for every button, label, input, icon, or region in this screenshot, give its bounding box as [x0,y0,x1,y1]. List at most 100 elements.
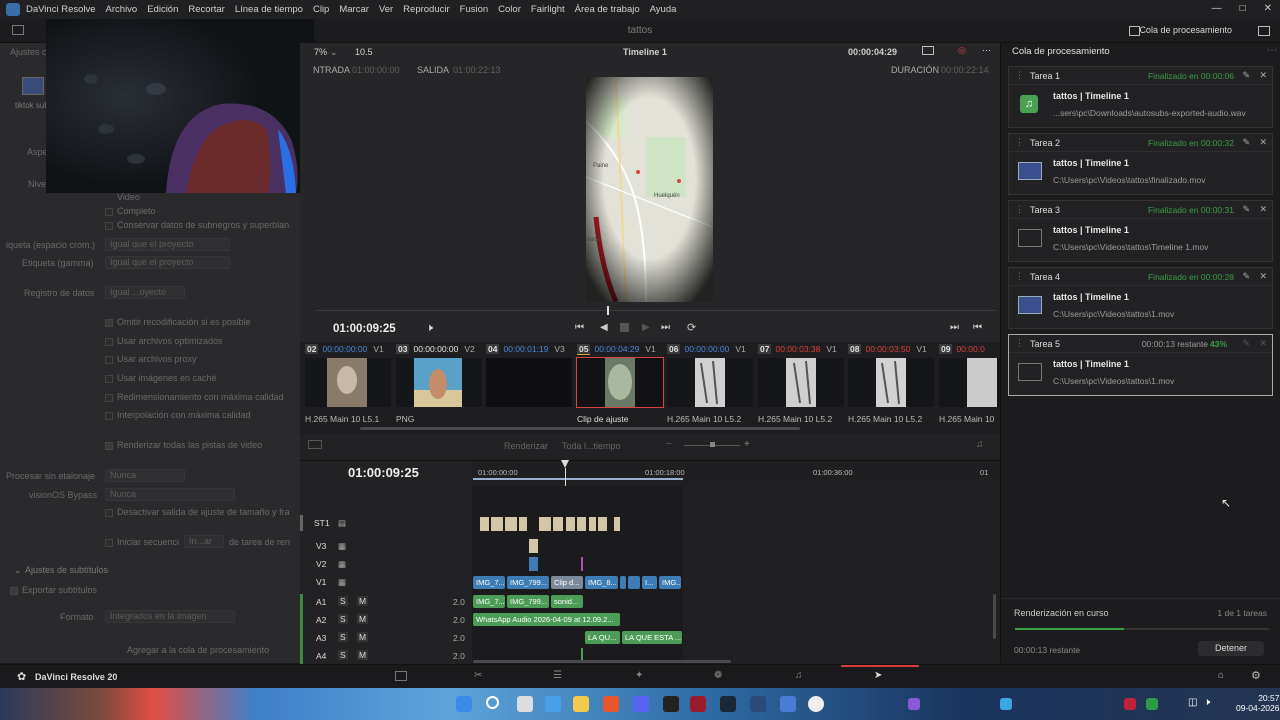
adjustment-clip[interactable]: Clip d... [551,576,583,589]
menu-linea-tiempo[interactable]: Línea de tiempo [235,4,303,15]
timeline-vscrollbar[interactable] [993,594,996,639]
subtitle-clip[interactable] [577,517,586,531]
clip-04[interactable]: 04 00:00:01:19 V3 [486,342,572,422]
track-header-a2[interactable]: A2 S M 2.0 [300,612,472,628]
menu-ver[interactable]: Ver [379,4,393,15]
a4-clip[interactable] [581,648,583,660]
reverse-play-icon[interactable]: ◀ [600,322,608,333]
clip-02[interactable]: 02 00:00:00:00 V1 H.265 Main 10 L5.1 [305,342,391,424]
zoom-value[interactable]: 7% [314,47,327,57]
network-icon[interactable]: ◫ [1188,697,1197,708]
next-clip-icon[interactable]: ⏭ [950,322,959,333]
remove-job-icon[interactable]: ✕ [1259,271,1267,282]
prev-clip-icon[interactable]: ⏮ [973,322,982,333]
a3-clip[interactable]: LA QU... [585,631,620,644]
viewer-scrubber[interactable] [316,310,996,311]
render-job-1[interactable]: ⋮ Tarea 1 Finalizado en 00:00:06 ✎ ✕ ♫ ta… [1008,66,1273,128]
color-space-dropdown[interactable]: Igual que el proyecto [105,238,230,251]
add-to-queue-button[interactable]: Agregar a la cola de procesamiento [127,645,269,655]
zoom-chevron-icon[interactable]: ⌄ [330,47,338,58]
gamma-dropdown[interactable]: Igual que el proyecto [105,256,230,269]
clip-09[interactable]: 09 00:00:0 H.265 Main 10 [939,342,1000,422]
drag-handle-icon[interactable]: ⋮ [1015,338,1024,349]
format-dropdown[interactable]: Integrados en la imagen [105,610,235,623]
cut-page-icon[interactable]: ✂ [474,670,482,681]
menu-area-trabajo[interactable]: Área de trabajo [575,4,640,15]
render-job-4[interactable]: ⋮ Tarea 4 Finalizado en 00:00:28 ✎ ✕ tatt… [1008,267,1273,329]
subtitle-clip[interactable] [539,517,551,531]
track-header-a1[interactable]: A1 S M 2.0 [300,594,472,610]
clip-03[interactable]: 03 00:00:00:00 V2 PNG [396,342,482,424]
viewer-options-icon[interactable] [922,46,934,55]
app-icon[interactable] [780,696,796,712]
v1-clip[interactable]: IMG_8... [585,576,618,589]
v2-clip[interactable] [529,557,538,571]
start-seq-dropdown[interactable]: In...ar [184,535,224,548]
clock[interactable]: 20:57 09-04-2026 [1236,693,1279,713]
v1-clip[interactable] [628,576,640,589]
v1-clip[interactable] [620,576,626,589]
mute-button[interactable]: M [357,632,369,642]
a2-clip[interactable]: WhatsApp Audio 2026-04-09 at 12.09.2... [473,613,620,626]
drag-handle-icon[interactable]: ⋮ [1015,204,1024,215]
inspector-icon[interactable] [1258,26,1270,36]
minimize-icon[interactable]: — [1212,3,1222,14]
volume-tray-icon[interactable]: 🕨 [1204,697,1210,708]
subtitle-clip[interactable] [491,517,503,531]
timeline-options-icon[interactable] [308,440,322,449]
timeline-ruler[interactable] [472,461,1000,486]
home-icon[interactable]: ⌂ [1218,670,1224,681]
track-header-v3[interactable]: V3 ▦ [300,538,472,554]
more-options-icon[interactable]: ⋯ [982,45,991,56]
film-track-icon[interactable]: ▦ [338,541,346,552]
zoom-in-icon[interactable]: + [744,439,750,450]
use-proxy-checkbox[interactable] [105,356,113,364]
fusion-page-icon[interactable]: ✦ [635,670,643,681]
timeline-scrollbar[interactable] [473,660,731,663]
go-start-icon[interactable]: ⏮ [575,322,584,333]
render-queue-icon[interactable] [1129,26,1140,36]
widgets-icon[interactable] [545,696,561,712]
clip-08[interactable]: 08 00:00:03:50 V1 H.265 Main 10 L5.2 [848,342,934,424]
subtitle-clip[interactable] [505,517,517,531]
menu-reproducir[interactable]: Reproducir [403,4,449,15]
track-header-v2[interactable]: V2 ▦ [300,556,472,572]
brave-icon[interactable] [603,696,619,712]
epic-games-icon[interactable] [663,696,679,712]
v1-clip[interactable]: IMG_799... [507,576,549,589]
loop-icon[interactable]: ⟳ [687,321,696,334]
fps-value[interactable]: 10.5 [355,47,373,57]
subtitles-section-chevron-icon[interactable]: ⌄ [14,565,22,576]
solo-button[interactable]: S [338,650,348,660]
remove-job-icon[interactable]: ✕ [1259,70,1267,81]
a1-clip[interactable]: IMG_7... [473,595,505,608]
sync-icon[interactable]: ◎ [958,45,966,56]
menu-marcar[interactable]: Marcar [339,4,369,15]
v3-clip[interactable] [529,539,538,553]
discord-icon[interactable] [633,696,649,712]
remove-job-icon[interactable]: ✕ [1259,137,1267,148]
bypass-reencode-checkbox[interactable] [105,319,113,327]
mute-button[interactable]: M [357,614,369,624]
clip-05[interactable]: 05 00:00:04:29 V1 Clip de ajuste [576,342,664,424]
subtitle-track-icon[interactable]: ▤ [338,518,346,529]
media-page-icon[interactable] [395,671,407,681]
viewer-playhead[interactable] [607,306,609,315]
color-page-icon[interactable]: ❁ [714,670,722,681]
tray-icon[interactable] [1146,698,1158,710]
play-icon[interactable]: ▶ [642,322,650,333]
render-scope-dropdown[interactable]: Toda l...tiempo [562,441,621,451]
steam-icon[interactable] [720,696,736,712]
stop-render-button[interactable]: Detener [1198,641,1264,656]
clip-06[interactable]: 06 00:00:00:00 V1 H.265 Main 10 L5.2 [667,342,753,424]
fairlight-page-icon[interactable]: ♫ [795,670,803,681]
tray-icon[interactable] [1124,698,1136,710]
edit-icon[interactable]: ✎ [1242,137,1250,148]
edit-icon[interactable]: ✎ [1242,70,1250,81]
task-view-icon[interactable] [517,696,533,712]
v1-clip[interactable]: IMG... [659,576,681,589]
v1-clip[interactable]: I... [642,576,657,589]
queue-toggle[interactable]: Cola de procesamiento [1139,25,1232,35]
edit-icon[interactable]: ✎ [1242,271,1250,282]
solo-button[interactable]: S [338,596,348,606]
